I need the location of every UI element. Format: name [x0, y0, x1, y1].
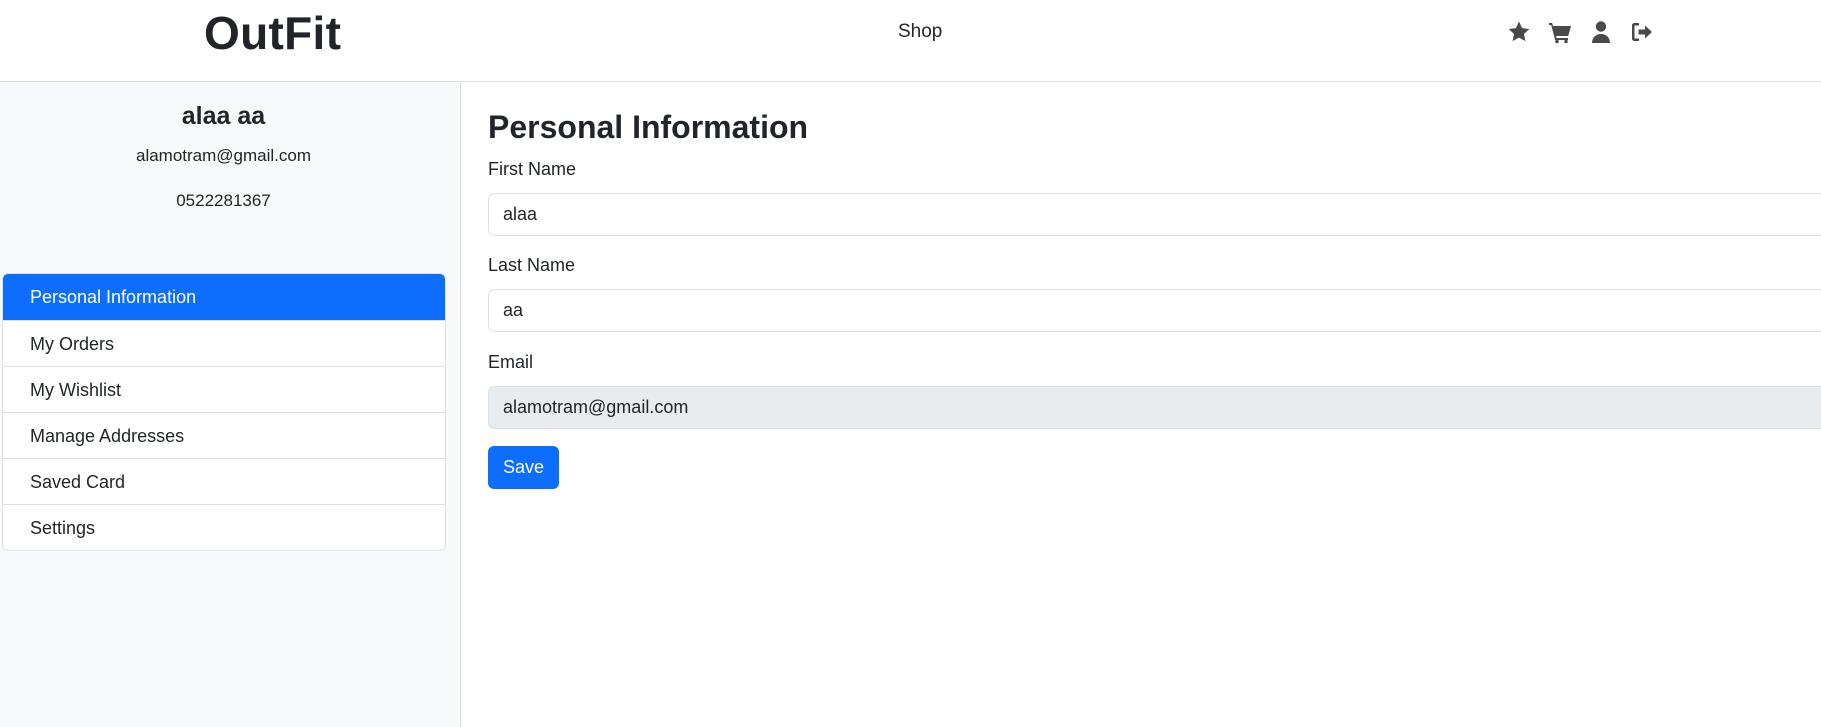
cart-icon[interactable]	[1547, 19, 1573, 45]
profile-phone: 0522281367	[176, 191, 271, 210]
menu-item-settings[interactable]: Settings	[3, 504, 445, 550]
profile-name: alaa aa	[181, 102, 266, 130]
email-input	[488, 386, 1821, 429]
nav-icons	[1506, 19, 1655, 45]
menu-item-manage-addresses[interactable]: Manage Addresses	[3, 412, 445, 458]
save-button[interactable]: Save	[488, 446, 560, 489]
last-name-input[interactable]	[488, 289, 1821, 332]
user-icon[interactable]	[1588, 19, 1614, 45]
menu-item-personal-information[interactable]: Personal Information	[3, 274, 445, 320]
profile-email: alamotram@gmail.com	[135, 146, 312, 165]
account-menu: Personal Information My Orders My Wishli…	[2, 273, 446, 551]
menu-item-saved-card[interactable]: Saved Card	[3, 458, 445, 504]
account-sidebar: alaa aa alamotram@gmail.com 0522281367 P…	[0, 83, 461, 727]
personal-information-panel: Personal Information First Name Last Nam…	[462, 83, 1821, 727]
first-name-label: First Name	[488, 159, 577, 179]
email-label: Email	[488, 352, 534, 372]
menu-item-my-wishlist[interactable]: My Wishlist	[3, 366, 445, 412]
nav-link-shop[interactable]: Shop	[898, 21, 942, 43]
logout-icon[interactable]	[1629, 19, 1655, 45]
top-navbar: OutFit Shop	[0, 0, 1821, 82]
last-name-label: Last Name	[488, 255, 576, 275]
brand-logo[interactable]: OutFit	[204, 6, 341, 60]
first-name-input[interactable]	[488, 193, 1821, 236]
star-icon[interactable]	[1506, 19, 1532, 45]
menu-item-my-orders[interactable]: My Orders	[3, 320, 445, 366]
page-title: Personal Information	[488, 109, 809, 145]
